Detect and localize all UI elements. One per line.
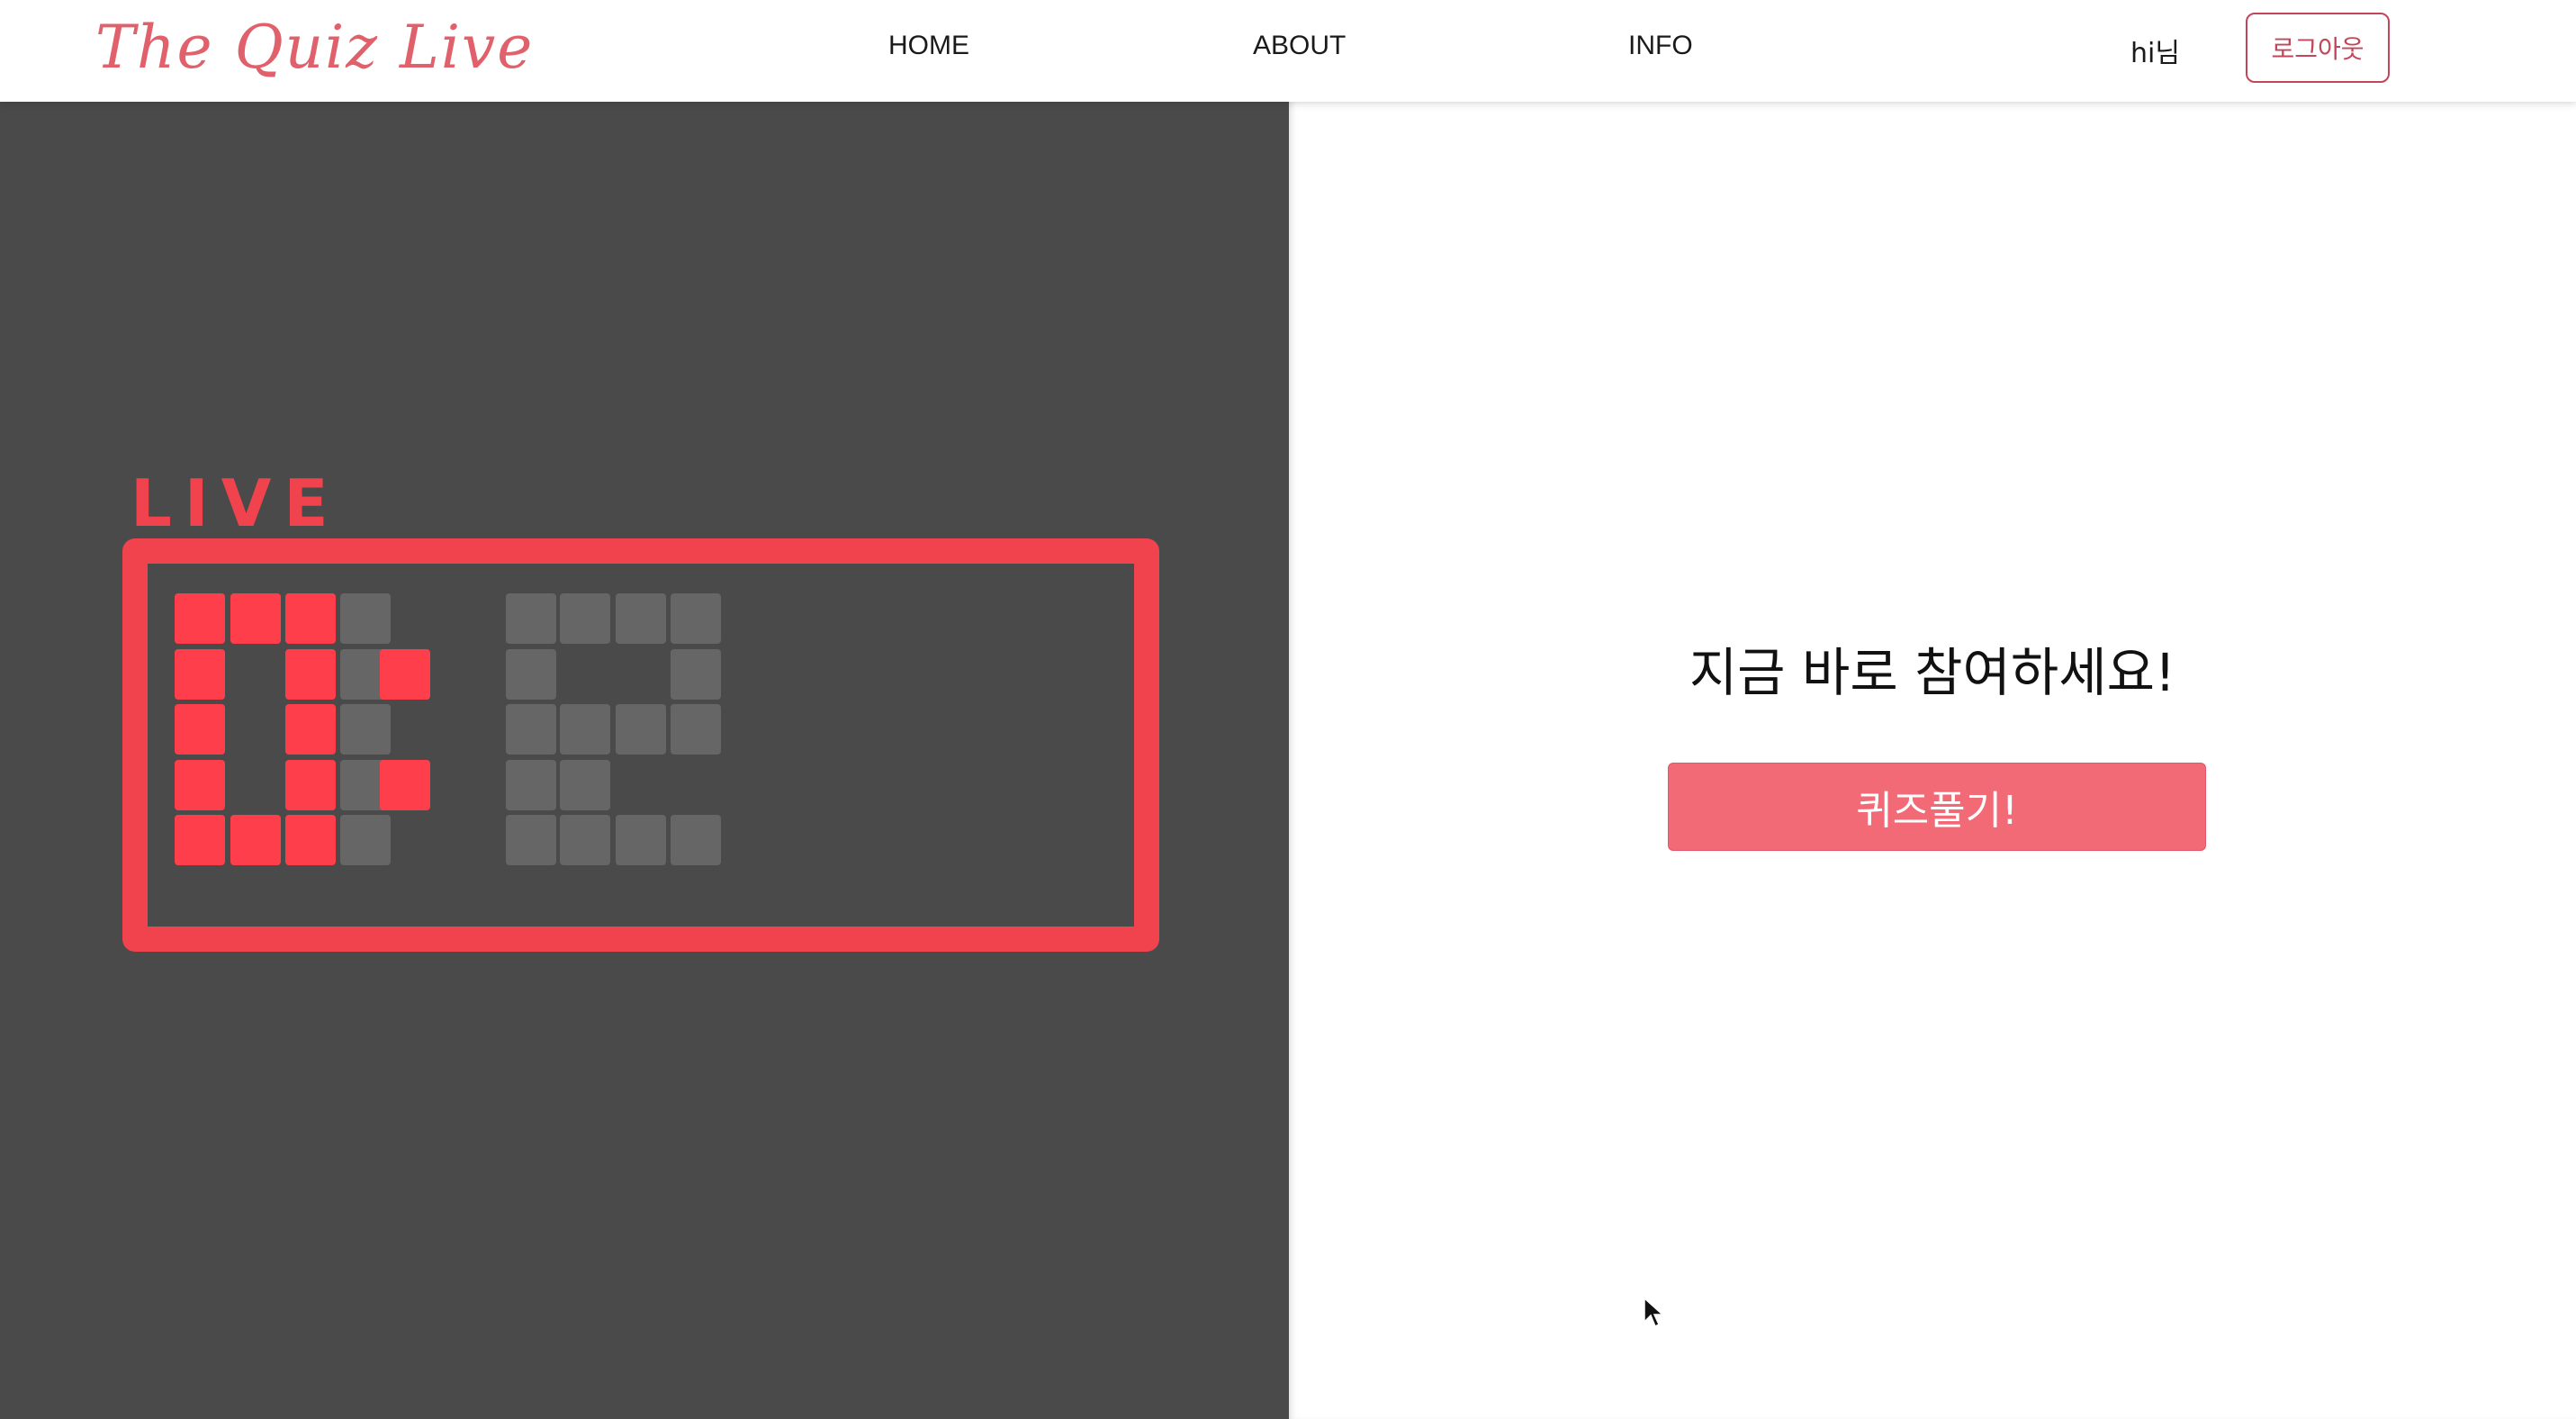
join-headline: 지금 바로 참여하세요! <box>1689 642 2176 703</box>
clock-colon-pixel <box>380 759 430 810</box>
live-label: LIVE <box>131 465 341 541</box>
clock-pixel <box>615 815 666 865</box>
clock-pixel <box>505 593 556 644</box>
clock-pixel <box>230 593 281 644</box>
pixel-clock-display <box>148 564 1134 926</box>
clock-pixel <box>175 815 225 865</box>
clock-pixel <box>175 704 225 755</box>
clock-pixel <box>505 704 556 755</box>
clock-pixel <box>285 648 336 700</box>
join-panel <box>1289 102 2576 1419</box>
clock-pixel <box>560 815 610 865</box>
clock-pixel <box>175 593 225 644</box>
clock-pixel <box>339 593 391 644</box>
clock-pixel <box>175 759 225 810</box>
clock-pixel <box>230 815 281 865</box>
nav-link-info[interactable]: INFO <box>1628 31 1693 61</box>
user-greeting: hi님 <box>2130 38 2180 69</box>
clock-pixel <box>671 593 721 644</box>
nav-link-about[interactable]: ABOUT <box>1253 31 1346 61</box>
top-navbar: The Quiz Live HOME ABOUT INFO hi님 로그아웃 <box>0 0 2576 102</box>
clock-pixel <box>505 815 556 865</box>
clock-pixel <box>339 815 391 865</box>
clock-pixel <box>285 704 336 755</box>
clock-pixel <box>505 759 556 810</box>
clock-pixel <box>615 593 666 644</box>
clock-pixel <box>175 648 225 700</box>
site-logo[interactable]: The Quiz Live <box>95 13 534 82</box>
clock-pixel <box>285 759 336 810</box>
clock-pixel <box>671 815 721 865</box>
logout-button[interactable]: 로그아웃 <box>2246 13 2390 83</box>
mouse-cursor-icon <box>1644 1297 1664 1328</box>
clock-colon-pixel <box>380 648 430 700</box>
clock-frame <box>122 538 1159 952</box>
clock-pixel <box>560 704 610 755</box>
clock-pixel <box>615 704 666 755</box>
clock-pixel <box>339 704 391 755</box>
clock-pixel <box>560 593 610 644</box>
clock-pixel <box>285 593 336 644</box>
nav-link-home[interactable]: HOME <box>888 31 969 61</box>
clock-pixel <box>671 648 721 700</box>
clock-pixel <box>671 704 721 755</box>
clock-pixel <box>505 648 556 700</box>
start-quiz-button[interactable]: 퀴즈풀기! <box>1668 763 2206 851</box>
clock-pixel <box>560 759 610 810</box>
clock-pixel <box>285 815 336 865</box>
